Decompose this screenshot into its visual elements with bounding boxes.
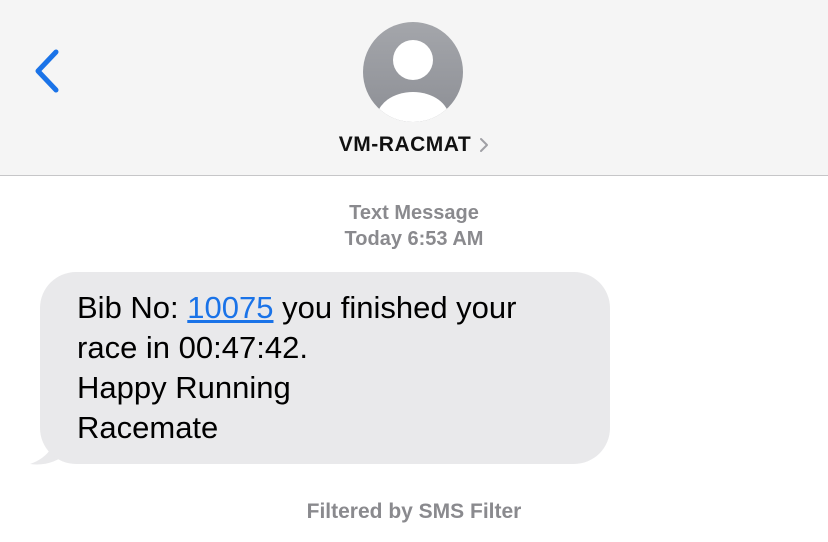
message-timestamp: Today 6:53 AM bbox=[344, 228, 484, 250]
message-type-label: Text Message bbox=[349, 202, 479, 224]
avatar[interactable] bbox=[363, 22, 463, 122]
message-line-4: Racemate bbox=[77, 410, 219, 445]
person-silhouette-icon bbox=[377, 40, 449, 122]
conversation-header: VM-RACMAT bbox=[0, 0, 828, 176]
contact-name-button[interactable]: VM-RACMAT bbox=[0, 130, 828, 160]
message-line-1: Bib No: 10075 you finished your bbox=[77, 288, 586, 328]
message-bubble[interactable]: Bib No: 10075 you finished your race in … bbox=[40, 272, 610, 464]
message-text: Bib No: bbox=[77, 290, 188, 325]
message-text: you finished your bbox=[273, 290, 517, 325]
chevron-right-icon bbox=[480, 138, 489, 152]
back-button[interactable] bbox=[28, 46, 68, 96]
message-bubble-container: Bib No: 10075 you finished your race in … bbox=[28, 272, 610, 465]
bib-number-link[interactable]: 10075 bbox=[187, 290, 273, 325]
filter-note: Filtered by SMS Filter bbox=[306, 500, 522, 523]
message-line-3: Happy Running bbox=[77, 370, 291, 405]
message-line-2: race in 00:47:42. bbox=[77, 330, 308, 365]
contact-name: VM-RACMAT bbox=[338, 133, 472, 156]
chevron-left-icon bbox=[35, 49, 59, 93]
